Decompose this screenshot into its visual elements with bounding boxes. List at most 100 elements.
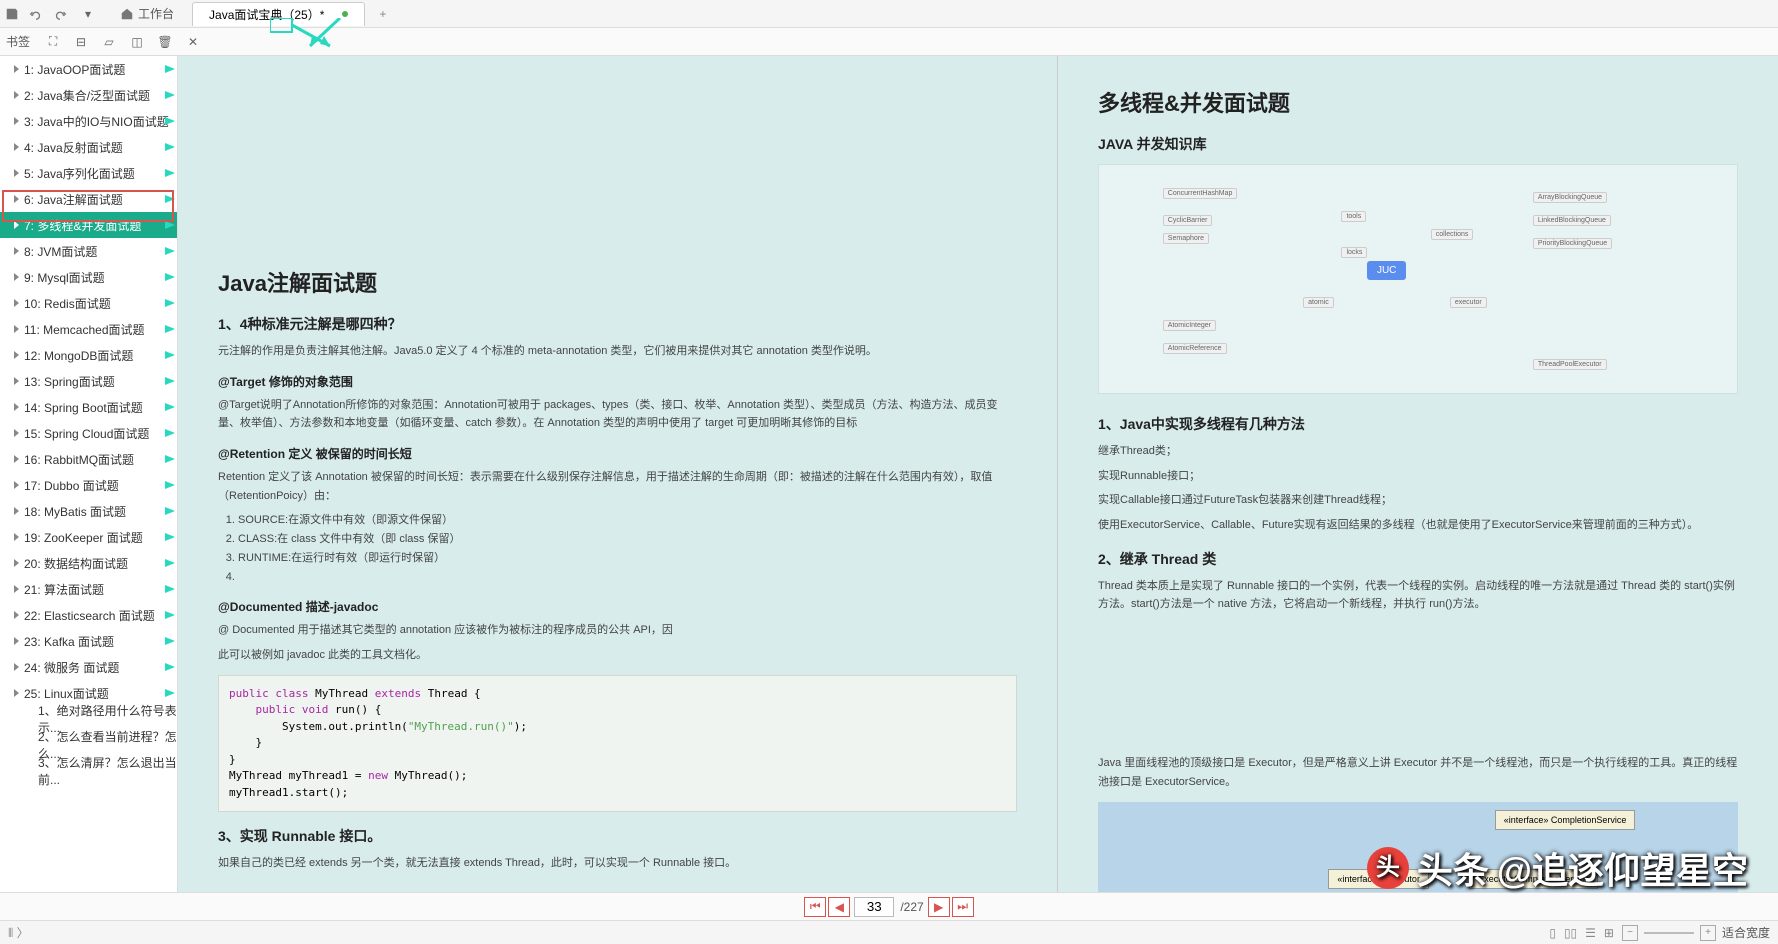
uml-diagram: «interface» CompletionService «interface…	[1098, 802, 1738, 893]
layout-continuous-icon[interactable]: ☰	[1585, 926, 1596, 940]
sidebar-item-label: 8: JVM面试题	[24, 243, 97, 260]
close-panel-icon[interactable]: ✕	[184, 33, 202, 51]
document-tab[interactable]: Java面试宝典（25）*	[192, 2, 365, 26]
body-text: Thread 类本质上是实现了 Runnable 接口的一个实例，代表一个线程的…	[1098, 577, 1738, 614]
page-total: /227	[900, 900, 923, 914]
sidebar-item[interactable]: 19: ZooKeeper 面试题	[0, 524, 177, 550]
sidebar-item[interactable]: 6: Java注解面试题	[0, 186, 177, 212]
top-toolbar: ▾ 工作台 Java面试宝典（25）* +	[0, 0, 1778, 28]
collapse-icon[interactable]: ⊟	[72, 33, 90, 51]
sidebar-item-label: 20: 数据结构面试题	[24, 555, 128, 572]
sidebar-item-label: 6: Java注解面试题	[24, 191, 123, 208]
sidebar-item[interactable]: 15: Spring Cloud面试题	[0, 420, 177, 446]
body-text: @ Documented 用于描述其它类型的 annotation 应该被作为被…	[218, 621, 1017, 640]
sidebar-item[interactable]: 4: Java反射面试题	[0, 134, 177, 160]
chevron-right-icon	[14, 507, 19, 515]
bookmark-icon[interactable]: ◫	[128, 33, 146, 51]
chevron-right-icon	[14, 429, 19, 437]
layout-grid-icon[interactable]: ⊞	[1604, 926, 1614, 940]
sidebar-item-label: 10: Redis面试题	[24, 295, 111, 312]
redo-icon[interactable]	[48, 2, 72, 26]
expand-icon[interactable]: ⛶	[44, 33, 62, 51]
layout-double-icon[interactable]: ▯▯	[1564, 926, 1577, 940]
last-page-button[interactable]: ⏭	[952, 897, 974, 917]
new-tab-button[interactable]: +	[373, 7, 392, 21]
page-right: 多线程&并发面试题 JAVA 并发知识库 JUC tools locks col…	[1058, 56, 1778, 892]
sidebar-item[interactable]: 9: Mysql面试题	[0, 264, 177, 290]
sidebar-item[interactable]: 22: Elasticsearch 面试题	[0, 602, 177, 628]
resize-handle-icon[interactable]: ⦀ 〉	[8, 924, 29, 941]
chevron-right-icon	[14, 91, 19, 99]
main-area: 1: JavaOOP面试题2: Java集合/泛型面试题3: Java中的IO与…	[0, 56, 1778, 892]
zoom-in-button[interactable]: +	[1700, 925, 1716, 941]
layout-single-icon[interactable]: ▯	[1549, 926, 1556, 940]
question-heading: 3、实现 Runnable 接口。	[218, 826, 1017, 846]
sidebar-item-label: 24: 微服务 面试题	[24, 659, 119, 676]
question-heading: 2、继承 Thread 类	[1098, 549, 1738, 569]
sidebar-item[interactable]: 20: 数据结构面试题	[0, 550, 177, 576]
sidebar-item[interactable]: 21: 算法面试题	[0, 576, 177, 602]
sidebar-item-label: 9: Mysql面试题	[24, 269, 105, 286]
chevron-right-icon	[14, 325, 19, 333]
bookmark-label: 书签	[6, 33, 30, 50]
zoom-controls: − + 适合宽度	[1622, 924, 1770, 941]
status-bar: ⦀ 〉 ▯ ▯▯ ☰ ⊞ − + 适合宽度	[0, 920, 1778, 944]
sidebar-item[interactable]: 13: Spring面试题	[0, 368, 177, 394]
sidebar-item[interactable]: 16: RabbitMQ面试题	[0, 446, 177, 472]
save-icon[interactable]	[0, 2, 24, 26]
sidebar-item[interactable]: 14: Spring Boot面试题	[0, 394, 177, 420]
sidebar-item[interactable]: 10: Redis面试题	[0, 290, 177, 316]
chevron-right-icon	[14, 637, 19, 645]
sidebar-subitem[interactable]: 3、怎么清屏？怎么退出当前...	[0, 758, 177, 784]
sidebar-item[interactable]: 11: Memcached面试题	[0, 316, 177, 342]
zoom-slider[interactable]	[1644, 932, 1694, 934]
list-item	[238, 568, 1017, 587]
zoom-label: 适合宽度	[1722, 924, 1770, 941]
chevron-right-icon	[14, 611, 19, 619]
sidebar-item-label: 18: MyBatis 面试题	[24, 503, 126, 520]
dropdown-icon[interactable]: ▾	[76, 2, 100, 26]
uml-box: ExecutorCompletionService	[1469, 869, 1598, 889]
prev-page-button[interactable]: ◀	[828, 897, 850, 917]
chevron-right-icon	[14, 221, 19, 229]
sidebar-item-label: 21: 算法面试题	[24, 581, 104, 598]
question-heading: 1、Java中实现多线程有几种方法	[1098, 414, 1738, 434]
sidebar-item[interactable]: 1: JavaOOP面试题	[0, 56, 177, 82]
body-text: 实现Callable接口通过FutureTask包装器来创建Thread线程；	[1098, 491, 1738, 510]
document-viewport[interactable]: Java注解面试题 1、4种标准元注解是哪四种？ 元注解的作用是负责注解其他注解…	[178, 56, 1778, 892]
chevron-right-icon	[14, 299, 19, 307]
next-page-button[interactable]: ▶	[928, 897, 950, 917]
page-left: Java注解面试题 1、4种标准元注解是哪四种？ 元注解的作用是负责注解其他注解…	[178, 56, 1058, 892]
mindmap-center-node: JUC	[1367, 261, 1406, 280]
page-icon[interactable]: ▱	[100, 33, 118, 51]
page-navigation: ⏮ ◀ /227 ▶ ⏭	[0, 892, 1778, 920]
sidebar-item[interactable]: 17: Dubbo 面试题	[0, 472, 177, 498]
sidebar-item-label: 7: 多线程&并发面试题	[24, 217, 141, 234]
chevron-right-icon	[14, 689, 19, 697]
sidebar-item[interactable]: 2: Java集合/泛型面试题	[0, 82, 177, 108]
section-heading: JAVA 并发知识库	[1098, 134, 1738, 154]
list-item: SOURCE:在源文件中有效（即源文件保留）	[238, 511, 1017, 530]
home-tab[interactable]: 工作台	[110, 0, 184, 27]
sidebar-item[interactable]: 23: Kafka 面试题	[0, 628, 177, 654]
sidebar-item[interactable]: 18: MyBatis 面试题	[0, 498, 177, 524]
sidebar-item[interactable]: 3: Java中的IO与NIO面试题	[0, 108, 177, 134]
sidebar-item-label: 17: Dubbo 面试题	[24, 477, 119, 494]
chevron-right-icon	[14, 533, 19, 541]
sidebar-item[interactable]: 12: MongoDB面试题	[0, 342, 177, 368]
sidebar-item[interactable]: 5: Java序列化面试题	[0, 160, 177, 186]
zoom-out-button[interactable]: −	[1622, 925, 1638, 941]
sidebar-item[interactable]: 8: JVM面试题	[0, 238, 177, 264]
chevron-right-icon	[14, 403, 19, 411]
sidebar-item-label: 25: Linux面试题	[24, 685, 109, 702]
page-title: Java注解面试题	[218, 266, 1017, 298]
first-page-button[interactable]: ⏮	[804, 897, 826, 917]
body-text: Java 里面线程池的顶级接口是 Executor，但是严格意义上讲 Execu…	[1098, 754, 1738, 791]
undo-icon[interactable]	[24, 2, 48, 26]
sidebar-item[interactable]: 24: 微服务 面试题	[0, 654, 177, 680]
bookmark-sidebar[interactable]: 1: JavaOOP面试题2: Java集合/泛型面试题3: Java中的IO与…	[0, 56, 178, 892]
trash-icon[interactable]: 🗑	[156, 33, 174, 51]
page-number-input[interactable]	[854, 897, 894, 917]
chevron-right-icon	[14, 377, 19, 385]
sidebar-item[interactable]: 7: 多线程&并发面试题	[0, 212, 177, 238]
